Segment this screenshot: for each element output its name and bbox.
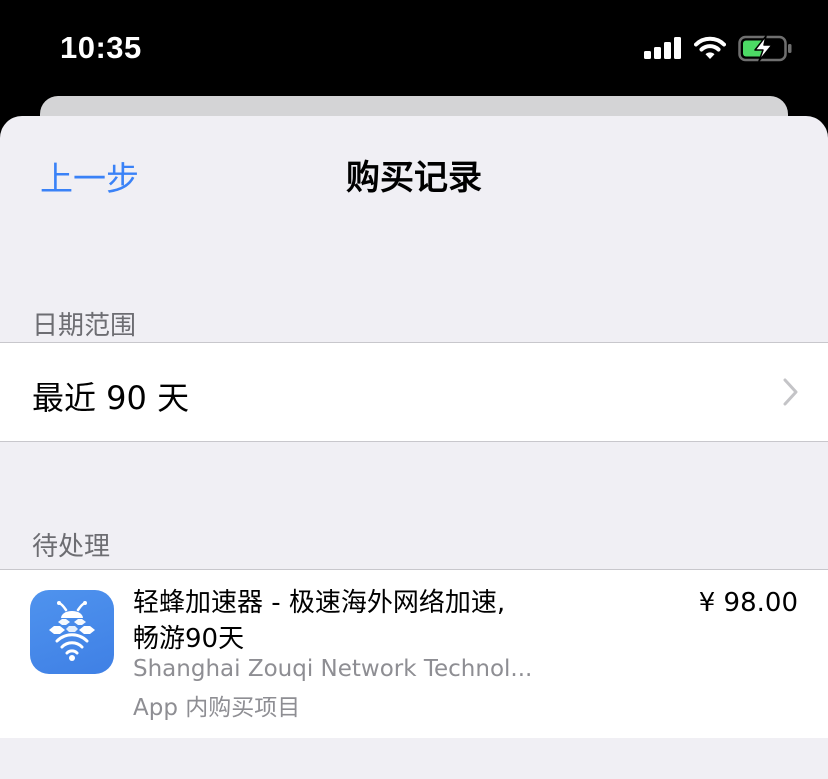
status-time: 10:35 <box>60 30 142 65</box>
page-title: 购买记录 <box>346 158 482 198</box>
wifi-icon <box>694 36 726 64</box>
status-bar: 10:35 <box>0 0 828 96</box>
price-label: ¥ 98.00 <box>698 588 798 618</box>
app-name: 轻蜂加速器 - 极速海外网络加速, 畅游90天 <box>133 588 506 654</box>
navigation-bar: 上一步 购买记录 <box>0 116 828 228</box>
app-developer: Shanghai Zouqi Network Technol... <box>133 656 533 682</box>
status-icons <box>644 34 792 66</box>
signal-icon <box>644 37 682 63</box>
purchase-history-sheet: 上一步 购买记录 日期范围 最近 90 天 待处理 轻蜂加速器 - 极速海外网络… <box>0 116 828 779</box>
purchase-item[interactable]: 轻蜂加速器 - 极速海外网络加速, 畅游90天 Shanghai Zouqi N… <box>0 569 828 738</box>
date-range-header: 日期范围 <box>32 311 137 341</box>
purchase-type: App 内购买项目 <box>133 695 301 721</box>
date-range-value: 最近 90 天 <box>32 379 190 417</box>
battery-charging-icon <box>738 34 792 66</box>
pending-header: 待处理 <box>32 532 111 562</box>
bee-app-icon <box>30 590 114 674</box>
date-range-row[interactable]: 最近 90 天 <box>0 342 828 442</box>
chevron-right-icon <box>782 377 800 411</box>
